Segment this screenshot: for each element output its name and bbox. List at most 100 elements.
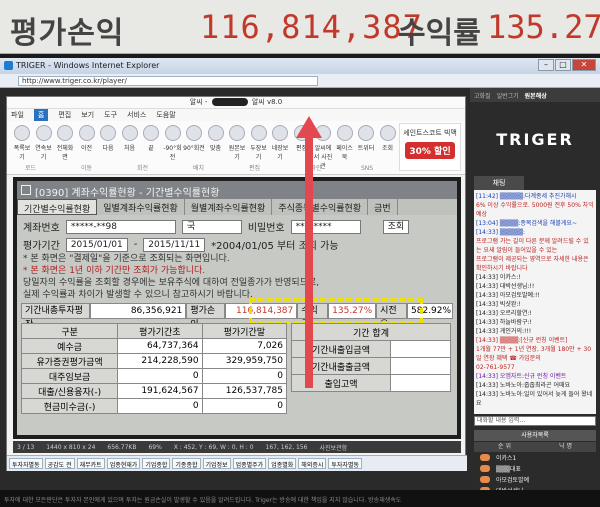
chat-message: [14:33] 하늘바람구:!: [476, 319, 532, 326]
notice-text: * 본 화면은 "결제일"을 기준으로 조회되는 화면입니다. * 본 화면은 1…: [23, 253, 443, 301]
table-row: 유가증권평가금액 214,228,590 329,959,750: [20, 353, 288, 369]
table-cell-value: 126,537,785: [201, 383, 288, 399]
ribbon-button[interactable]: 이전: [76, 125, 98, 152]
user-row[interactable]: 아모검토발예: [474, 474, 596, 485]
close-icon[interactable]: ✕: [572, 59, 596, 71]
table-row: 현금미수금(-) 0 0: [20, 398, 288, 414]
ribbon-button[interactable]: 다음: [97, 125, 119, 152]
ribbon-tab[interactable]: 보기: [81, 110, 94, 120]
table-cell-label: 대주임보금: [20, 368, 119, 384]
table-header: 구분 평가기간초 평가기간말: [20, 323, 288, 339]
ribbon-tab[interactable]: 도움말: [156, 110, 175, 120]
window-controls: – □ ✕: [538, 59, 596, 71]
taskbar-item[interactable]: 기업종합: [142, 458, 171, 469]
chat-tab[interactable]: 채팅: [474, 176, 524, 190]
ribbon-button-label: 페이스북: [336, 145, 353, 161]
ribbon-button-label: 두장보기: [250, 145, 267, 161]
taskbar-item[interactable]: 업종현재가: [106, 458, 141, 469]
viewer-title: 알씨 - 알씨 v8.0: [7, 97, 465, 109]
quality-tab[interactable]: 고화질: [474, 91, 491, 100]
ie-icon: [4, 61, 13, 70]
ribbon-button[interactable]: 페이스북: [334, 125, 356, 161]
chat-message: 02-761-9577: [476, 364, 515, 371]
ribbon-tab[interactable]: 서비스: [127, 110, 146, 120]
ribbon-button-icon: [14, 125, 30, 141]
account-input[interactable]: *****-**98: [65, 219, 176, 234]
ribbon-button[interactable]: 네장보기: [269, 125, 291, 161]
chat-input[interactable]: 대화할 내용 입력...: [474, 416, 596, 426]
pw-input[interactable]: ********: [290, 219, 361, 234]
date-from-input[interactable]: 2015/01/01: [65, 237, 128, 252]
ribbon-tab[interactable]: 편집: [58, 110, 71, 120]
table-row: 기간내출출금액: [291, 357, 451, 375]
chat-message: 프로그램이 제공되는 영역으로 자세한 내용은 확인하시기 바랍니다: [476, 256, 589, 272]
ribbon-button-label: 네장보기: [271, 145, 289, 161]
screen-tab[interactable]: 일별계좌수익률현황: [97, 199, 185, 215]
account-type[interactable]: 국: [181, 219, 242, 234]
taskbar-item[interactable]: 투자자별동: [9, 458, 43, 469]
taskbar-item[interactable]: 업종별화: [268, 458, 297, 469]
screen-tab[interactable]: 금번: [368, 199, 398, 215]
ribbon-button[interactable]: 조회: [377, 125, 399, 152]
user-row[interactable]: ▒▒▒대표: [474, 463, 596, 474]
chat-message: 6% 이상 수익률으로. 5000원 전후 50% 차익예상: [476, 202, 594, 218]
taskbar-item[interactable]: 재무카트: [76, 458, 105, 469]
screen-tab[interactable]: 기간별수익률현황: [17, 199, 98, 215]
screen-tab[interactable]: 주식종목별수익률현황: [272, 199, 369, 215]
ribbon-button[interactable]: -90°회전: [162, 125, 184, 161]
notice-line: * 본 화면은 "결제일"을 기준으로 조회되는 화면입니다.: [23, 254, 230, 264]
ribbon-button[interactable]: 맞춤: [205, 125, 227, 152]
ad-text: 셰인트스코트 빅맥: [403, 129, 457, 137]
period-total-table: 기간 합계 기간내출입금액 기간내출출금액 출입고액: [291, 323, 451, 392]
taskbar-item[interactable]: 업종별주가: [232, 458, 267, 469]
quality-tab[interactable]: 원본해상: [525, 91, 547, 100]
ribbon-button[interactable]: 두장보기: [248, 125, 270, 161]
user-row[interactable]: 이카스1: [474, 452, 596, 463]
table-cell-value: 214,228,590: [117, 353, 203, 369]
url-input[interactable]: http://www.triger.co.kr/player/: [18, 76, 318, 86]
screen-title: [0390] 계좌수익률현황 - 기간별수익률현황: [17, 181, 457, 199]
chat-message: [14:33] ▒▒▒▒:[신규 런칭 이벤트]: [476, 337, 568, 344]
taskbar-item[interactable]: 기업정보: [202, 458, 231, 469]
table-cell-value: 0: [201, 398, 288, 414]
banner-label-2: 수익률: [398, 16, 481, 51]
ad-banner[interactable]: 셰인트스코트 빅맥 30% 할인: [399, 123, 461, 171]
ribbon-button-label: 다음: [102, 145, 114, 152]
chat-message: [14:33] 노바노아:줍줍최라곤 어때요: [476, 382, 571, 389]
pw-label: 비밀번호: [247, 223, 285, 234]
ribbon-tab[interactable]: 홈: [33, 109, 49, 121]
taskbar-item[interactable]: 기종종합: [172, 458, 201, 469]
chat-message: [14:33] 오르리할연:!: [476, 310, 532, 317]
screen-tab[interactable]: 월별계좌수익률현황: [185, 199, 273, 215]
ribbon-button[interactable]: 끝: [140, 125, 162, 152]
query-button[interactable]: 조회: [382, 219, 410, 234]
ribbon-button[interactable]: 전체화면: [54, 125, 76, 161]
ribbon-button-label: 연속보기: [35, 145, 52, 161]
ribbon-tab[interactable]: 파일: [11, 110, 24, 120]
address-bar: http://www.triger.co.kr/player/: [0, 74, 600, 88]
ribbon-button[interactable]: 90°회전: [183, 125, 205, 152]
minimize-icon[interactable]: –: [538, 59, 554, 71]
table-row: 기간내출입금액: [291, 340, 451, 358]
ribbon-button[interactable]: 처음: [119, 125, 141, 152]
maximize-icon[interactable]: □: [555, 59, 571, 71]
chat-log: [11:42] ▒▒▒▒▒:다계종세 추진가해시 6% 이상 수익률으로. 500…: [474, 190, 596, 414]
table-header-cell: 기간 합계: [291, 323, 451, 341]
ribbon-tab[interactable]: 도구: [104, 110, 117, 120]
taskbar-item[interactable]: 공감도 전: [44, 458, 75, 469]
quality-tab[interactable]: 일반그기: [497, 91, 519, 100]
ribbon-button[interactable]: 연속보기: [33, 125, 55, 161]
period-label: 평가기간: [23, 241, 60, 252]
table-cell-label: 유가증권평가금액: [20, 353, 119, 369]
status-item: 사진보관함: [319, 444, 348, 452]
taskbar-item[interactable]: 투자자별동: [328, 458, 362, 469]
date-to-input[interactable]: 2015/11/11: [143, 237, 206, 252]
taskbar-item[interactable]: 해외증시: [298, 458, 327, 469]
ribbon-button[interactable]: 트위터: [355, 125, 377, 152]
ribbon-group-label: 회전: [137, 165, 149, 172]
ribbon-button[interactable]: 폭록보기: [11, 125, 33, 161]
table-cell-value: 329,959,750: [201, 353, 288, 369]
ie-titlebar: TRIGER - Windows Internet Explorer – □ ✕: [0, 58, 600, 74]
ribbon-button[interactable]: 원본보기: [226, 125, 248, 161]
zoomed-banner: 평가손익 116,814,387 수익률 135.27%: [0, 0, 600, 54]
